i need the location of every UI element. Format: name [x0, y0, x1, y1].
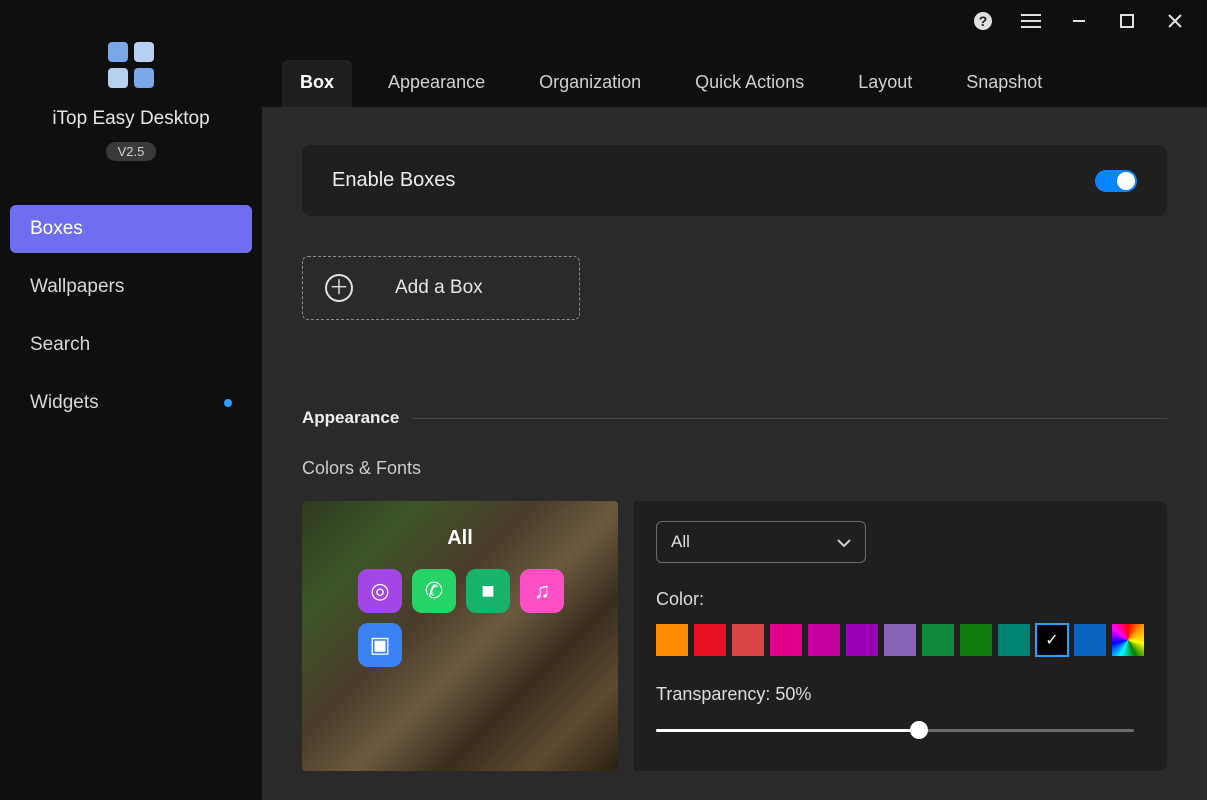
color-swatch[interactable]	[808, 624, 840, 656]
content-area: Enable Boxes ＋ Add a Box Appearance Colo…	[262, 107, 1207, 800]
color-swatch[interactable]	[770, 624, 802, 656]
preview-title: All	[302, 527, 618, 550]
whatsapp-icon: ✆	[412, 569, 456, 613]
app-logo-icon	[106, 40, 156, 90]
add-box-label: Add a Box	[395, 277, 483, 299]
color-swatch[interactable]	[884, 624, 916, 656]
music-icon: ♫	[520, 569, 564, 613]
chrome-icon: ◎	[358, 569, 402, 613]
dropdown-value: All	[671, 532, 690, 552]
transparency-label: Transparency:	[656, 684, 770, 704]
logo-block: iTop Easy Desktop V2.5	[0, 40, 262, 161]
svg-text:?: ?	[979, 13, 988, 29]
app-title: iTop Easy Desktop	[52, 108, 209, 130]
sidebar-item-label: Wallpapers	[30, 276, 124, 298]
appearance-heading: Appearance	[302, 408, 1167, 428]
tab-box[interactable]: Box	[282, 60, 352, 107]
help-icon[interactable]: ?	[973, 11, 993, 31]
appearance-controls: All Color: Transparency: 50%	[634, 501, 1167, 771]
color-swatch[interactable]	[1074, 624, 1106, 656]
color-swatch[interactable]	[656, 624, 688, 656]
sidebar-item-label: Boxes	[30, 218, 83, 240]
preview-icons: ◎ ✆ ■ ♫ ▣	[358, 569, 564, 667]
color-swatch[interactable]	[1112, 624, 1144, 656]
color-swatch[interactable]	[1036, 624, 1068, 656]
color-swatch[interactable]	[998, 624, 1030, 656]
tab-quick-actions[interactable]: Quick Actions	[677, 60, 822, 107]
transparency-slider[interactable]	[656, 721, 1134, 739]
minimize-button[interactable]	[1069, 11, 1089, 31]
color-swatch[interactable]	[960, 624, 992, 656]
chevron-down-icon	[837, 532, 851, 552]
slider-thumb[interactable]	[910, 721, 928, 739]
slider-fill	[656, 729, 919, 732]
scope-dropdown[interactable]: All	[656, 521, 866, 563]
menu-icon[interactable]	[1021, 11, 1041, 31]
camera-icon: ■	[466, 569, 510, 613]
divider	[413, 418, 1167, 419]
main-panel: ? Box Appearance Organization Quick Actions…	[262, 0, 1207, 800]
plus-icon: ＋	[325, 274, 353, 302]
titlebar: ?	[262, 0, 1207, 42]
color-label: Color:	[656, 589, 1145, 610]
sidebar-item-widgets[interactable]: Widgets	[10, 379, 252, 427]
enable-boxes-card: Enable Boxes	[302, 145, 1167, 216]
color-swatch[interactable]	[732, 624, 764, 656]
sidebar-item-boxes[interactable]: Boxes	[10, 205, 252, 253]
add-box-button[interactable]: ＋ Add a Box	[302, 256, 580, 320]
appearance-title: Appearance	[302, 408, 399, 428]
color-swatch[interactable]	[846, 624, 878, 656]
sidebar-nav: Boxes Wallpapers Search Widgets	[0, 205, 262, 427]
maximize-button[interactable]	[1117, 11, 1137, 31]
color-swatch[interactable]	[922, 624, 954, 656]
tabs: Box Appearance Organization Quick Actions La…	[262, 42, 1207, 107]
transparency-row: Transparency: 50%	[656, 684, 1145, 705]
version-badge: V2.5	[106, 142, 157, 161]
close-button[interactable]	[1165, 11, 1185, 31]
sidebar: iTop Easy Desktop V2.5 Boxes Wallpapers Se…	[0, 0, 262, 800]
sidebar-item-search[interactable]: Search	[10, 321, 252, 369]
notification-dot-icon	[224, 399, 232, 407]
tab-organization[interactable]: Organization	[521, 60, 659, 107]
colors-fonts-label: Colors & Fonts	[302, 458, 1167, 479]
tab-appearance[interactable]: Appearance	[370, 60, 503, 107]
color-swatches	[656, 624, 1145, 656]
sidebar-item-label: Search	[30, 334, 90, 356]
enable-boxes-toggle[interactable]	[1095, 170, 1137, 192]
enable-boxes-label: Enable Boxes	[332, 169, 455, 192]
color-swatch[interactable]	[694, 624, 726, 656]
tab-layout[interactable]: Layout	[840, 60, 930, 107]
sidebar-item-label: Widgets	[30, 392, 99, 414]
transparency-value: 50%	[775, 684, 811, 704]
tab-snapshot[interactable]: Snapshot	[948, 60, 1060, 107]
sidebar-item-wallpapers[interactable]: Wallpapers	[10, 263, 252, 311]
image-icon: ▣	[358, 623, 402, 667]
box-preview: All ◎ ✆ ■ ♫ ▣	[302, 501, 618, 771]
